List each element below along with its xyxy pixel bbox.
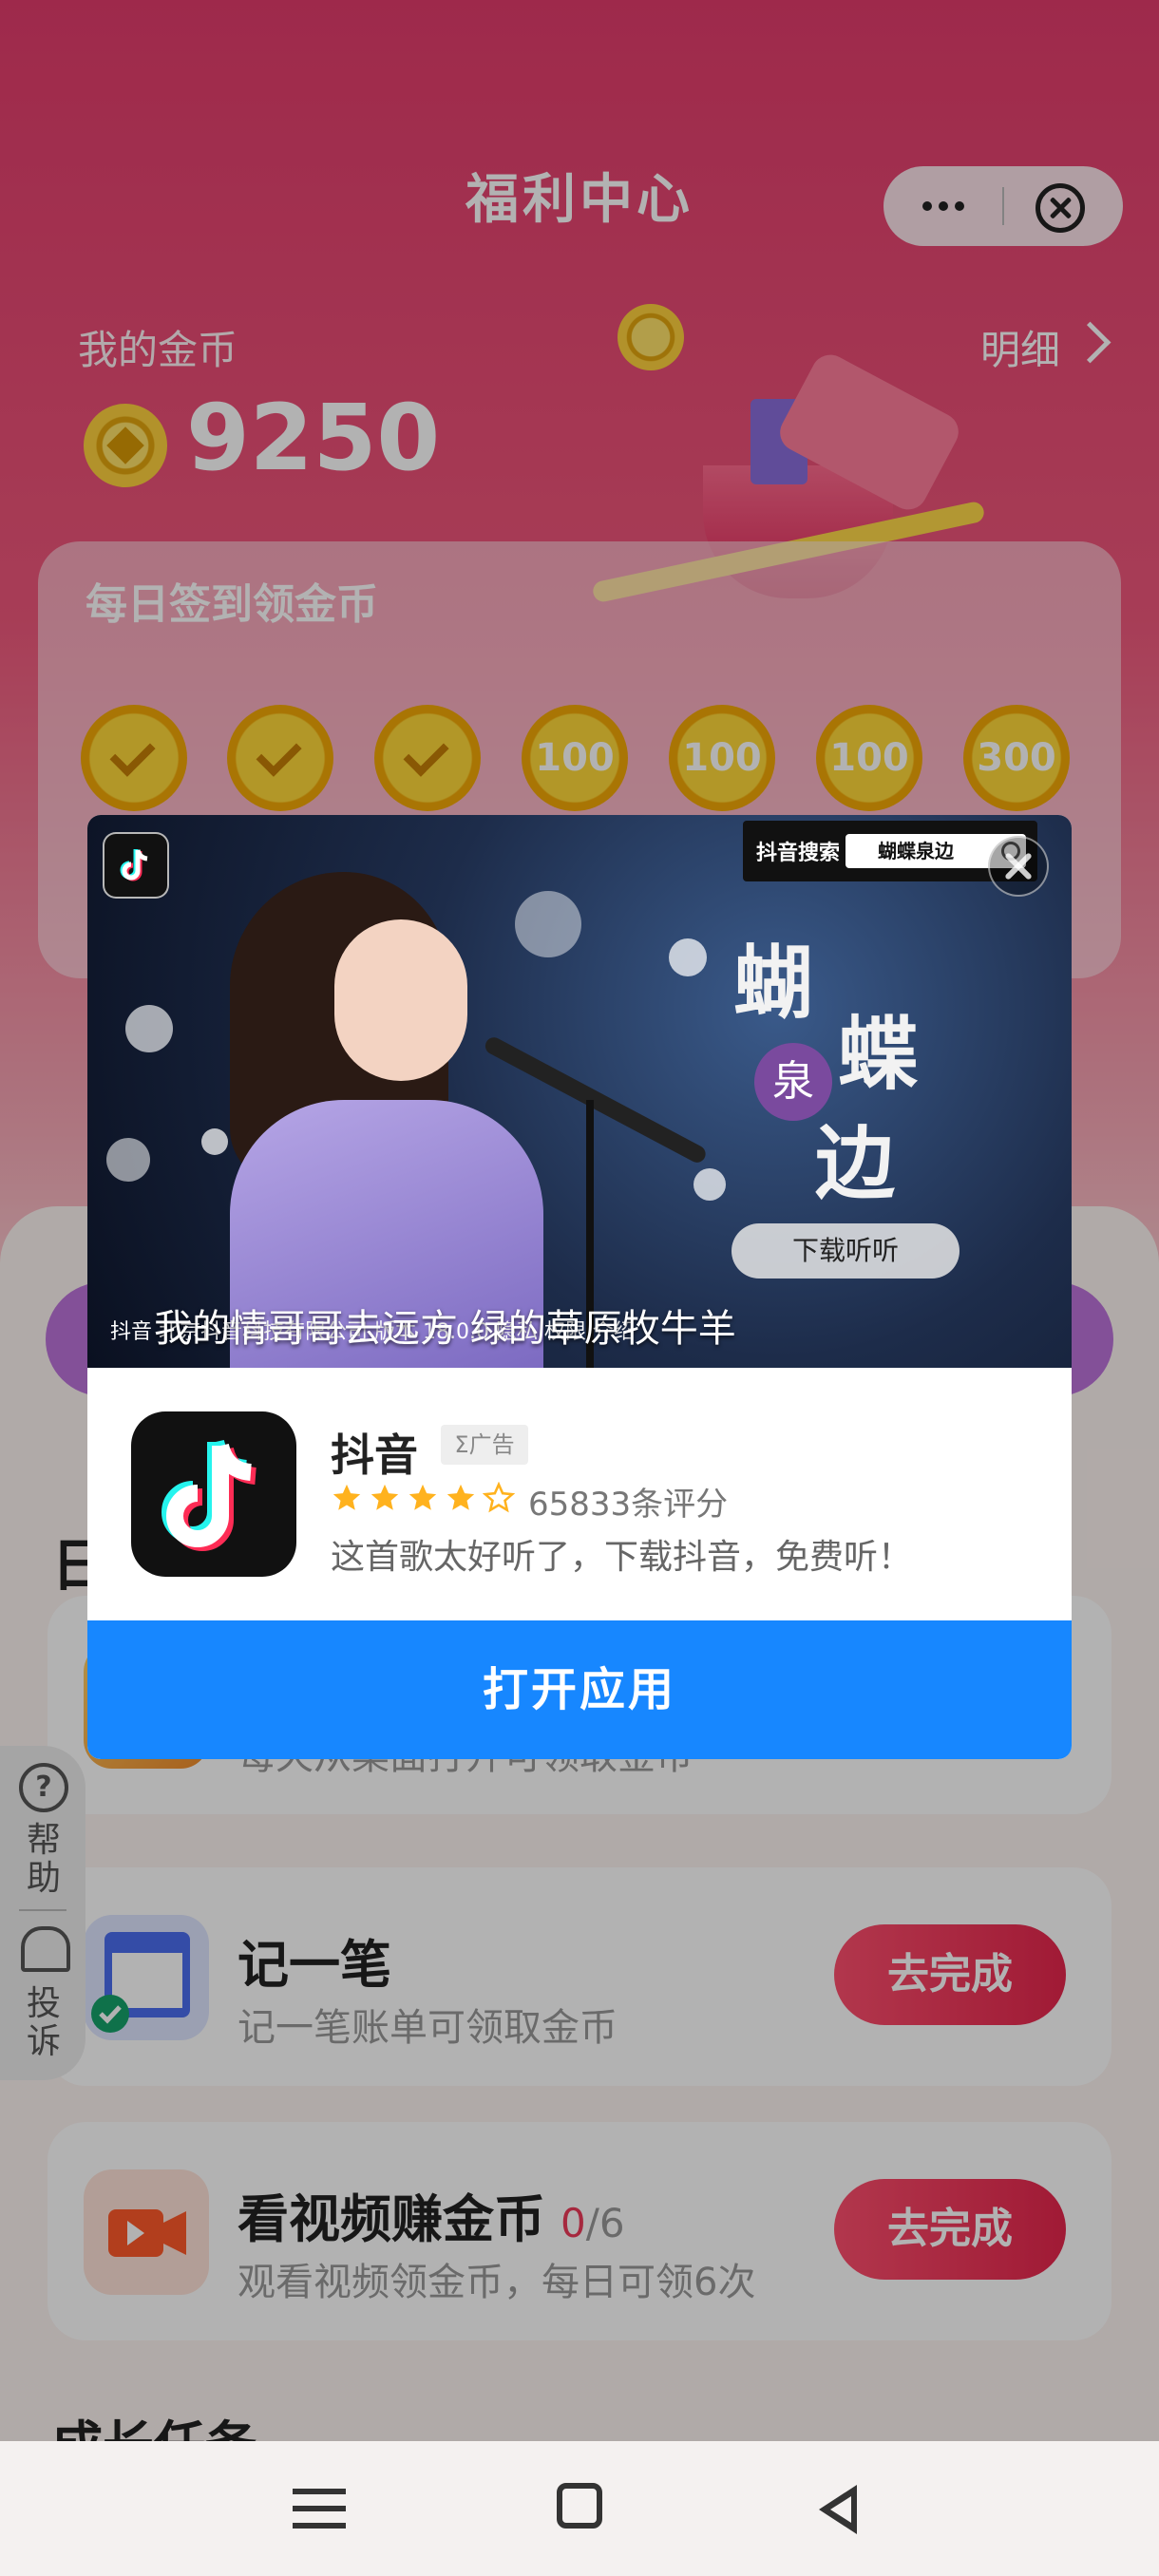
close-icon[interactable] xyxy=(988,836,1049,897)
open-app-button[interactable]: 打开应用 xyxy=(87,1620,1072,1759)
rating-count: 65833条评分 xyxy=(528,1486,729,1524)
ad-video-banner[interactable]: 抖音搜索 蝴蝶泉边 蝴 蝶 泉 边 下载听听 抖音 北京抖音科技有限公司 版本 … xyxy=(87,815,1072,1368)
download-listen-button[interactable]: 下载听听 xyxy=(732,1223,960,1279)
star-icon xyxy=(408,1484,437,1510)
bokeh-light xyxy=(125,1005,173,1052)
douyin-app-icon[interactable] xyxy=(131,1411,296,1577)
bokeh-light xyxy=(515,891,581,957)
singer-face xyxy=(334,919,467,1081)
bokeh-light xyxy=(669,938,707,976)
ad-modal: 抖音搜索 蝴蝶泉边 蝴 蝶 泉 边 下载听听 抖音 北京抖音科技有限公司 版本 … xyxy=(87,815,1072,1759)
douyin-logo-icon xyxy=(103,832,169,899)
lyric-caption: 我的情哥哥去远方 绿的草原牧牛羊 xyxy=(154,1307,736,1351)
app-name: 抖音 xyxy=(331,1430,418,1481)
star-icon xyxy=(332,1484,361,1510)
menu-icon[interactable] xyxy=(293,2489,346,2529)
bokeh-light xyxy=(201,1128,228,1155)
home-square-icon[interactable] xyxy=(557,2483,602,2529)
search-label: 抖音搜索 xyxy=(756,842,841,865)
song-title-char: 蝴 xyxy=(733,936,814,1030)
system-nav-bar xyxy=(0,2441,1159,2576)
star-icon xyxy=(370,1484,399,1510)
back-triangle-icon[interactable] xyxy=(819,2485,857,2534)
song-title-char: 蝶 xyxy=(838,1007,919,1101)
star-icon xyxy=(446,1484,475,1510)
welfare-center-page: 福利中心 我的金币 9250 明细 每日签到领金币 100 100 100 30… xyxy=(0,0,1159,2576)
bokeh-light xyxy=(106,1138,150,1182)
bokeh-light xyxy=(694,1168,726,1201)
app-description: 这首歌太好听了，下载抖音，免费听！ xyxy=(331,1538,913,1577)
song-title-char: 边 xyxy=(815,1116,896,1210)
ad-badge: Σ广告 xyxy=(441,1425,528,1465)
rating-stars xyxy=(331,1482,515,1514)
star-outline-icon xyxy=(483,1482,515,1513)
